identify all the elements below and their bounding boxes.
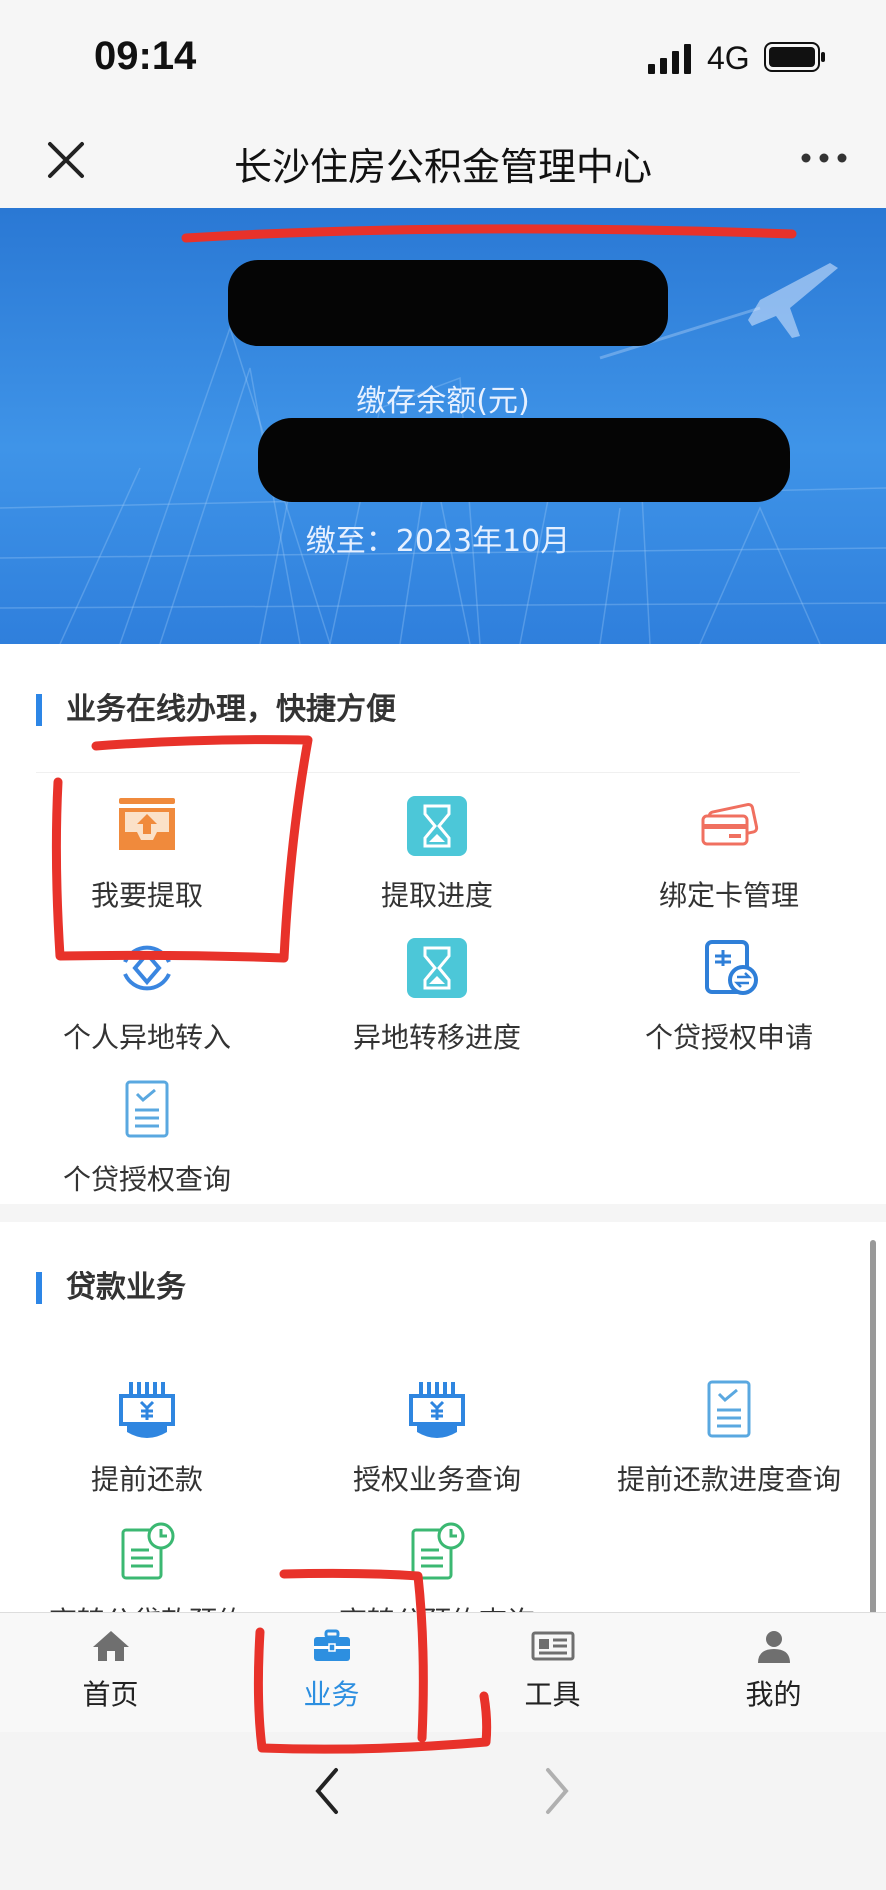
hourglass-icon xyxy=(407,938,467,998)
bind-card-button[interactable]: 绑定卡管理 xyxy=(584,794,874,914)
yuan-hand-icon xyxy=(119,1382,175,1438)
section-title: 贷款业务 xyxy=(36,1272,186,1304)
withdraw-button[interactable]: 我要提取 xyxy=(2,794,292,914)
loan-auth-icon xyxy=(705,940,758,995)
loan-business-section: 贷款业务 提前还款 授权业务查询 提前还款进度查询 xyxy=(0,1222,886,1642)
menu-label: 授权业务查询 xyxy=(352,1463,521,1496)
scrollbar[interactable] xyxy=(870,1240,876,1640)
tab-label: 工具 xyxy=(524,1678,581,1711)
forward-icon xyxy=(546,1768,569,1814)
redacted-account-name xyxy=(228,260,668,346)
tab-bar: 首页 业务 工具 我的 xyxy=(0,1612,886,1733)
menu-label: 个人异地转入 xyxy=(62,1021,231,1054)
menu-label: 提前还款 xyxy=(90,1463,203,1496)
document-clock-icon xyxy=(121,1522,175,1580)
hourglass-icon xyxy=(407,796,467,856)
browser-nav xyxy=(0,1732,886,1890)
menu-label: 提取进度 xyxy=(380,879,493,912)
withdraw-progress-button[interactable]: 提取进度 xyxy=(292,794,582,914)
newspaper-icon xyxy=(531,1631,574,1661)
bank-card-icon xyxy=(701,802,759,846)
tab-home[interactable]: 首页 xyxy=(0,1629,221,1713)
airplane-icon xyxy=(748,263,838,338)
loan-auth-query-button[interactable]: 个贷授权查询 xyxy=(2,1078,292,1198)
menu-label: 提前还款进度查询 xyxy=(616,1463,841,1496)
tab-label: 我的 xyxy=(745,1678,802,1711)
document-clock-icon xyxy=(411,1522,465,1580)
tab-mine[interactable]: 我的 xyxy=(663,1629,884,1713)
briefcase-icon xyxy=(313,1629,350,1661)
tab-label: 业务 xyxy=(303,1678,360,1711)
auth-query-button[interactable]: 授权业务查询 xyxy=(292,1378,582,1498)
tab-tools[interactable]: 工具 xyxy=(442,1629,663,1713)
online-business-section: 业务在线办理，快捷方便 我要提取 提取进度 绑定卡管理 个人异地转入 异地转移进… xyxy=(0,644,886,1204)
early-repay-button[interactable]: 提前还款 xyxy=(2,1378,292,1498)
status-time: 09:14 xyxy=(94,34,197,78)
home-icon xyxy=(92,1631,129,1661)
network-type: 4G xyxy=(707,40,750,76)
more-icon[interactable] xyxy=(798,138,850,178)
menu-label: 个贷授权申请 xyxy=(644,1021,813,1054)
tab-business[interactable]: 业务 xyxy=(221,1629,442,1713)
document-check-icon xyxy=(707,1380,751,1438)
menu-label: 异地转移进度 xyxy=(352,1021,521,1054)
signal-icon xyxy=(648,44,691,74)
status-bar: 09:14 4G xyxy=(0,0,886,118)
yuan-hand-icon xyxy=(409,1382,465,1438)
redacted-balance xyxy=(258,418,790,502)
menu-label: 个贷授权查询 xyxy=(62,1163,231,1196)
tab-label: 首页 xyxy=(82,1678,139,1711)
menu-label: 绑定卡管理 xyxy=(658,879,799,912)
loan-auth-apply-button[interactable]: 个贷授权申请 xyxy=(584,936,874,1056)
back-icon[interactable] xyxy=(312,1766,342,1816)
paid-until: 缴至：2023年10月 xyxy=(305,524,571,559)
battery-icon xyxy=(764,42,825,72)
section-title: 业务在线办理，快捷方便 xyxy=(36,694,396,726)
early-repay-progress-button[interactable]: 提前还款进度查询 xyxy=(584,1378,874,1498)
transfer-progress-button[interactable]: 异地转移进度 xyxy=(292,936,582,1056)
nav-bar: 长沙住房公积金管理中心 xyxy=(0,118,886,209)
transfer-in-icon xyxy=(123,945,171,991)
transfer-in-button[interactable]: 个人异地转入 xyxy=(2,936,292,1056)
balance-label: 缴存余额(元) xyxy=(356,384,530,419)
menu-label: 我要提取 xyxy=(90,879,203,912)
withdraw-tray-icon xyxy=(119,798,175,850)
account-banner: 缴存余额(元) 缴至：2023年10月 xyxy=(0,208,886,644)
document-check-icon xyxy=(125,1080,169,1138)
page-title: 长沙住房公积金管理中心 xyxy=(233,145,652,189)
user-icon xyxy=(757,1631,790,1663)
